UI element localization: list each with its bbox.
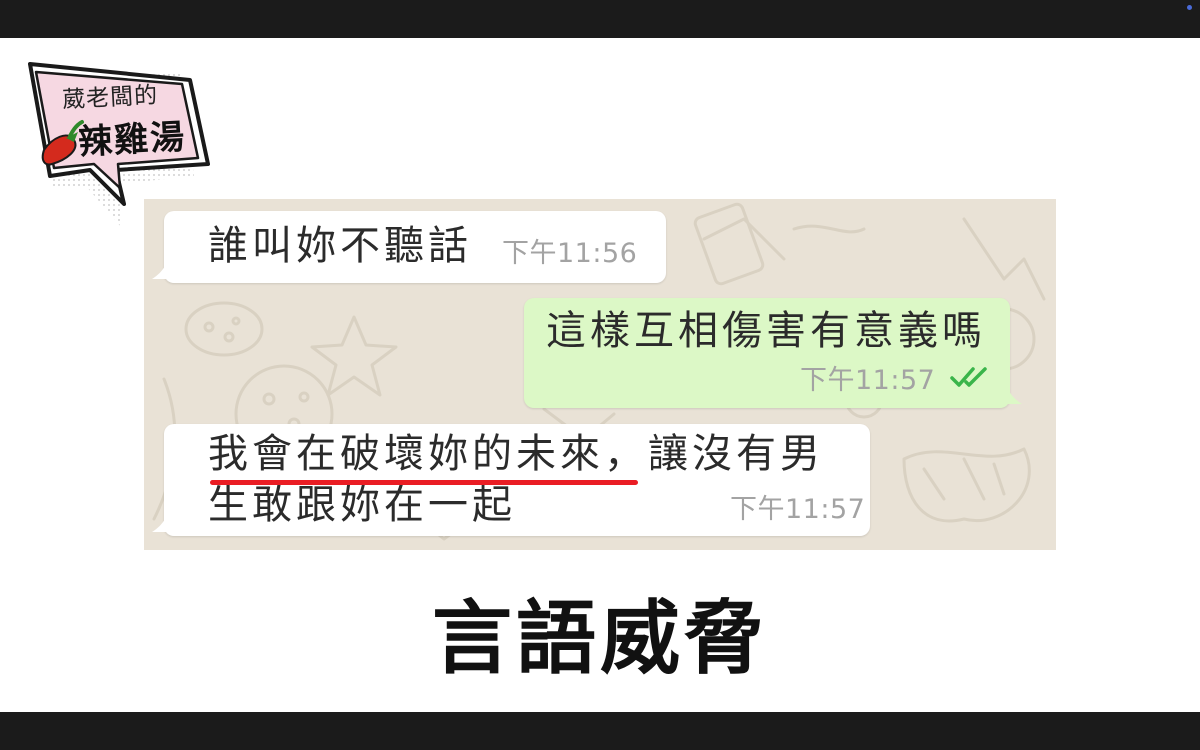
double-check-icon <box>950 367 987 387</box>
bubble-tail-icon <box>1004 382 1022 404</box>
message-timestamp: 下午11:56 <box>502 238 638 269</box>
message-text: 這樣互相傷害有意義嗎 <box>546 308 986 354</box>
logo-title-line2: 辣雞湯 <box>77 117 188 163</box>
bubble-tail-icon <box>152 510 170 532</box>
top-letterbox-bar <box>0 0 1200 38</box>
video-caption: 言語威脅 <box>432 591 768 685</box>
message-timestamp: 下午11:57 <box>730 494 866 525</box>
indicator-dot <box>1187 5 1192 10</box>
message-timestamp: 下午11:57 <box>800 365 936 396</box>
logo-title-line1: 葳老闆的 <box>61 82 159 114</box>
bubble-tail-icon <box>152 257 170 279</box>
message-text: 誰叫妳不聽話 <box>208 223 472 269</box>
outgoing-message-bubble: 這樣互相傷害有意義嗎 下午11:57 <box>524 298 1022 408</box>
incoming-message-bubble: 我會在破壞妳的未來，讓沒有男 生敢跟妳在一起 下午11:57 <box>152 424 870 536</box>
red-highlight-underline <box>210 480 638 485</box>
chat-screenshot: 誰叫妳不聽話 下午11:56 這樣互相傷害有意義嗎 下午11:57 我會在破壞妳… <box>144 199 1056 550</box>
bottom-letterbox-bar <box>0 712 1200 750</box>
incoming-message-bubble: 誰叫妳不聽話 下午11:56 <box>152 211 666 283</box>
